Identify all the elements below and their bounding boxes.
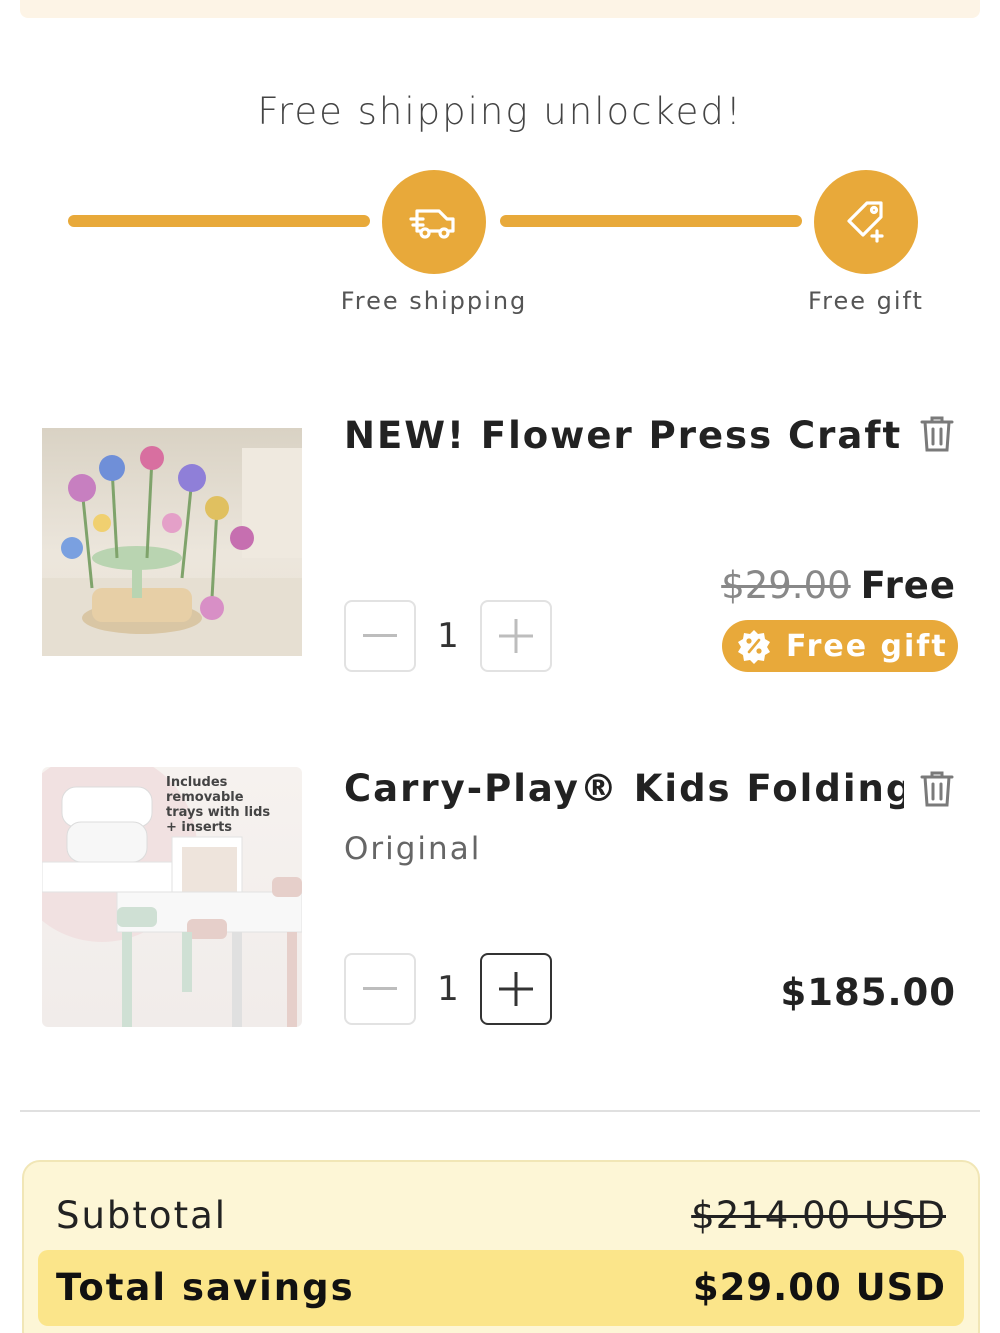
- milestone-label-free-gift: Free gift: [808, 287, 924, 315]
- quantity-stepper: 1: [344, 953, 554, 1025]
- item-price: Free: [860, 564, 956, 607]
- milestone-free-shipping: [382, 170, 486, 274]
- image-caption-line: + inserts: [166, 820, 233, 835]
- price-row: $185.00: [780, 971, 956, 1014]
- free-gift-badge: Free gift: [722, 620, 958, 672]
- truck-icon: [409, 209, 455, 239]
- flower-press-illustration: [42, 446, 302, 656]
- trash-icon[interactable]: [918, 414, 956, 454]
- order-summary: Subtotal $214.00 USD Total savings $29.0…: [22, 1160, 980, 1333]
- item-title[interactable]: Carry-Play® Kids Folding ...: [344, 767, 904, 810]
- decrease-quantity-button[interactable]: [344, 953, 416, 1025]
- item-variant: Original: [344, 831, 482, 867]
- decrease-quantity-button[interactable]: [344, 600, 416, 672]
- quantity-value[interactable]: 1: [416, 953, 480, 1025]
- increase-quantity-button[interactable]: [480, 600, 552, 672]
- image-caption: Includes removable trays with lids + ins…: [166, 775, 302, 835]
- progress-bar-segment-2: [500, 215, 802, 227]
- quantity-stepper: 1: [344, 600, 554, 672]
- progress-title: Free shipping unlocked!: [257, 90, 743, 133]
- trash-icon[interactable]: [918, 769, 956, 809]
- savings-row: Total savings $29.00 USD: [38, 1250, 964, 1326]
- product-image-flower-press[interactable]: [42, 428, 302, 656]
- badge-label: Free gift: [786, 628, 948, 664]
- plus-icon: [499, 972, 533, 1006]
- compare-at-price: $29.00: [721, 564, 851, 607]
- milestone-free-gift: [814, 170, 918, 274]
- quantity-value[interactable]: 1: [416, 600, 480, 672]
- product-image-kids-table[interactable]: Includes removable trays with lids + ins…: [42, 767, 302, 1027]
- savings-label: Total savings: [56, 1266, 355, 1309]
- progress-bar-segment-1: [68, 215, 370, 227]
- subtotal-label: Subtotal: [56, 1194, 228, 1237]
- increase-quantity-button[interactable]: [480, 953, 552, 1025]
- discount-badge-icon: [738, 630, 770, 664]
- minus-icon: [363, 987, 397, 990]
- image-caption-line: Includes removable: [166, 775, 244, 805]
- top-banner: [20, 0, 980, 18]
- item-title[interactable]: NEW! Flower Press Craft ...: [344, 414, 904, 457]
- gift-tag-icon: [847, 201, 884, 243]
- item-price: $185.00: [780, 971, 956, 1014]
- plus-icon: [499, 619, 533, 653]
- price-row: $29.00 Free: [721, 564, 956, 607]
- milestone-label-free-shipping: Free shipping: [340, 287, 528, 315]
- image-caption-line: trays with lids: [166, 805, 271, 820]
- subtotal-value: $214.00 USD: [691, 1194, 946, 1237]
- savings-value: $29.00 USD: [692, 1266, 946, 1309]
- divider: [20, 1110, 980, 1112]
- minus-icon: [363, 634, 397, 637]
